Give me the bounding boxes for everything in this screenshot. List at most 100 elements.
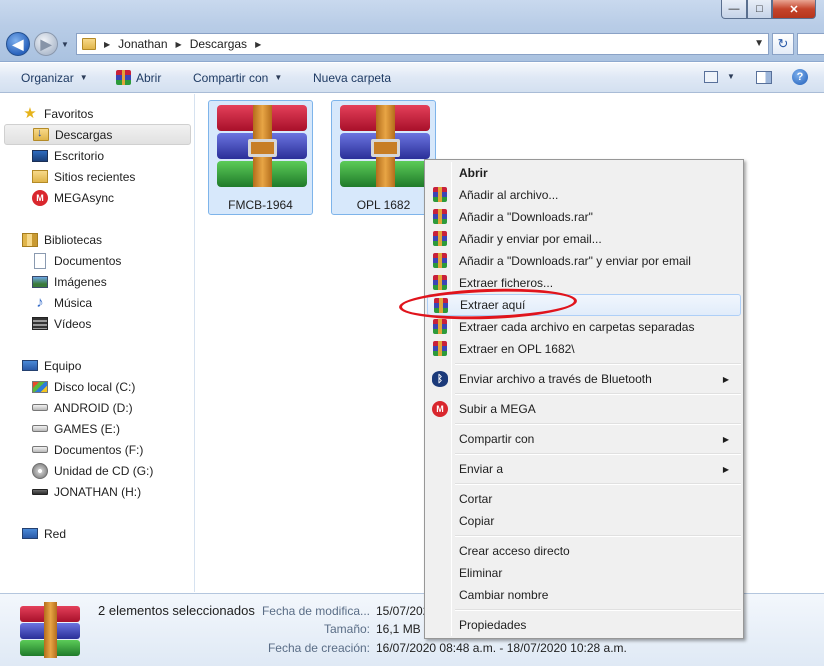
menu-item-extract-to-folder[interactable]: Extraer en OPL 1682\ — [427, 338, 741, 360]
cd-drive-icon — [32, 462, 48, 479]
nav-computer[interactable]: Equipo — [0, 355, 195, 376]
menu-item-label: Abrir — [459, 166, 488, 180]
menu-item-extract-each-separately[interactable]: Extraer cada archivo en carpetas separad… — [427, 316, 741, 338]
bluetooth-icon: ᛒ — [432, 371, 448, 387]
address-history-dropdown[interactable]: ▼ — [754, 38, 764, 49]
file-name: OPL 1682 — [356, 198, 411, 212]
menu-item-upload-mega[interactable]: M Subir a MEGA — [427, 398, 741, 420]
menu-item-label: Enviar archivo a través de Bluetooth — [459, 372, 652, 386]
menu-separator — [455, 535, 741, 537]
submenu-arrow-icon: ▶ — [722, 434, 729, 444]
file-item-fmcb-1964[interactable]: FMCB-1964 — [208, 100, 313, 215]
menu-item-label: Añadir y enviar por email... — [459, 232, 602, 246]
nav-item-drive-g[interactable]: Unidad de CD (G:) — [0, 460, 195, 481]
menu-item-label: Propiedades — [459, 618, 527, 632]
nav-item-documentos[interactable]: Documentos — [0, 250, 195, 271]
menu-separator — [455, 393, 741, 395]
menu-item-label: Compartir con — [459, 432, 535, 446]
breadcrumb-chevron-icon[interactable]: ▶ — [104, 40, 110, 49]
menu-separator — [455, 609, 741, 611]
nav-item-drive-h[interactable]: JONATHAN (H:) — [0, 481, 195, 502]
back-arrow-icon[interactable]: ◀ — [6, 32, 30, 56]
downloads-folder-icon — [33, 127, 49, 141]
nav-libraries[interactable]: Bibliotecas — [0, 229, 195, 250]
nav-libraries-label: Bibliotecas — [44, 232, 103, 247]
nav-item-label: Sitios recientes — [54, 169, 136, 184]
refresh-button[interactable]: ↻ — [772, 33, 794, 55]
menu-item-share-with[interactable]: Compartir con ▶ — [427, 428, 741, 450]
search-input[interactable] — [797, 33, 824, 55]
menu-item-add-downloads-rar-and-email[interactable]: Añadir a "Downloads.rar" y enviar por em… — [427, 250, 741, 272]
nav-favorites-label: Favoritos — [44, 106, 94, 121]
usb-drive-icon — [32, 488, 48, 495]
menu-item-cut[interactable]: Cortar — [427, 488, 741, 510]
breadcrumb-chevron-icon[interactable]: ▶ — [176, 40, 182, 49]
share-with-button[interactable]: Compartir con ▼ — [193, 63, 282, 92]
submenu-arrow-icon: ▶ — [722, 464, 729, 474]
command-bar: Organizar ▼ Abrir Compartir con ▼ Nueva … — [0, 63, 824, 93]
minimize-button[interactable]: — — [721, 0, 747, 19]
nav-item-escritorio[interactable]: Escritorio — [0, 145, 195, 166]
menu-item-add-and-email[interactable]: Añadir y enviar por email... — [427, 228, 741, 250]
file-item-opl-1682[interactable]: OPL 1682 — [331, 100, 436, 215]
nav-favorites[interactable]: ★ Favoritos — [0, 103, 195, 124]
menu-item-label: Eliminar — [459, 566, 503, 580]
open-button[interactable]: Abrir — [116, 63, 161, 92]
selection-count: 2 elementos seleccionados — [98, 603, 255, 618]
nav-item-drive-e[interactable]: GAMES (E:) — [0, 418, 195, 439]
winrar-icon — [433, 341, 447, 356]
network-icon — [22, 528, 38, 539]
new-folder-button[interactable]: Nueva carpeta — [313, 63, 391, 92]
menu-item-send-bluetooth[interactable]: ᛒ Enviar archivo a través de Bluetooth ▶ — [427, 368, 741, 390]
modified-label: Fecha de modifica... — [261, 604, 370, 618]
menu-item-rename[interactable]: Cambiar nombre — [427, 584, 741, 606]
menu-item-add-to-downloads-rar[interactable]: Añadir a "Downloads.rar" — [427, 206, 741, 228]
mega-icon: M — [32, 189, 48, 206]
nav-item-drive-c[interactable]: Disco local (C:) — [0, 376, 195, 397]
menu-item-open[interactable]: Abrir — [427, 162, 741, 184]
menu-item-extract-here[interactable]: Extraer aquí — [427, 294, 741, 316]
help-icon[interactable]: ? — [792, 69, 808, 85]
change-view-icon[interactable] — [704, 71, 718, 83]
chevron-down-icon: ▼ — [79, 73, 88, 82]
menu-item-send-to[interactable]: Enviar a ▶ — [427, 458, 741, 480]
nav-network[interactable]: Red — [0, 523, 195, 544]
menu-item-label: Cortar — [459, 492, 493, 506]
nav-item-megasync[interactable]: M MEGAsync — [0, 187, 195, 208]
nav-network-label: Red — [44, 526, 67, 541]
nav-item-descargas[interactable]: Descargas — [4, 124, 191, 145]
close-button[interactable]: ✕ — [772, 0, 816, 19]
nav-item-drive-f[interactable]: Documentos (F:) — [0, 439, 195, 460]
nav-item-sitios-recientes[interactable]: Sitios recientes — [0, 166, 195, 187]
menu-item-delete[interactable]: Eliminar — [427, 562, 741, 584]
chevron-down-icon: ▼ — [274, 73, 283, 82]
pictures-icon — [32, 275, 48, 288]
new-folder-label: Nueva carpeta — [313, 70, 392, 85]
breadcrumb-jonathan[interactable]: Jonathan — [118, 37, 167, 51]
menu-item-properties[interactable]: Propiedades — [427, 614, 741, 636]
window-controls: — □ ✕ — [721, 0, 816, 19]
nav-item-imagenes[interactable]: Imágenes — [0, 271, 195, 292]
drive-icon — [32, 446, 48, 453]
organize-button[interactable]: Organizar ▼ — [21, 63, 88, 92]
view-options-dropdown[interactable]: ▼ — [727, 72, 735, 81]
address-bar[interactable]: ▶ Jonathan ▶ Descargas ▶ ▼ — [76, 33, 769, 55]
recent-pages-dropdown[interactable]: ▼ — [61, 40, 69, 49]
menu-item-create-shortcut[interactable]: Crear acceso directo — [427, 540, 741, 562]
menu-item-add-to-archive[interactable]: Añadir al archivo... — [427, 184, 741, 206]
star-icon: ★ — [23, 104, 37, 122]
breadcrumb-descargas[interactable]: Descargas — [190, 37, 247, 51]
breadcrumb-chevron-icon[interactable]: ▶ — [255, 40, 261, 49]
forward-arrow-icon[interactable]: ▶ — [34, 32, 58, 56]
nav-item-drive-d[interactable]: ANDROID (D:) — [0, 397, 195, 418]
menu-item-extract-files[interactable]: Extraer ficheros... — [427, 272, 741, 294]
preview-pane-icon[interactable] — [756, 71, 772, 84]
nav-item-videos[interactable]: Vídeos — [0, 313, 195, 334]
maximize-button[interactable]: □ — [747, 0, 772, 19]
menu-item-copy[interactable]: Copiar — [427, 510, 741, 532]
nav-item-musica[interactable]: ♪ Música — [0, 292, 195, 313]
winrar-icon — [433, 319, 447, 334]
menu-separator — [455, 453, 741, 455]
nav-computer-label: Equipo — [44, 358, 82, 373]
organize-label: Organizar — [21, 70, 74, 85]
